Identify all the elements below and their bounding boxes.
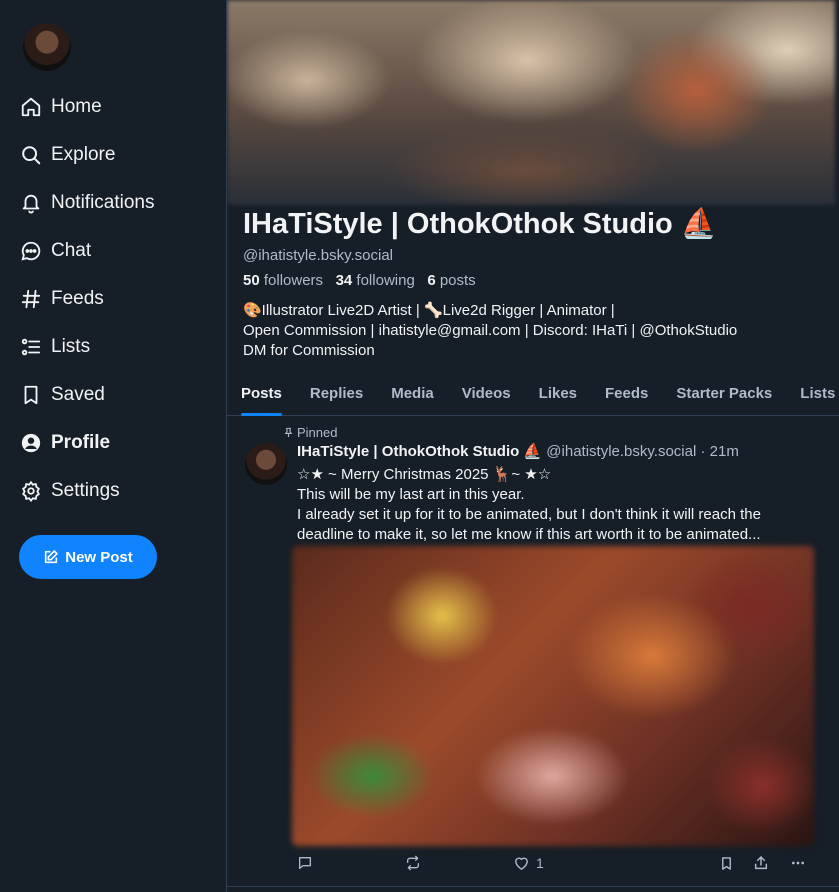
nav-feeds[interactable]: Feeds bbox=[19, 275, 219, 323]
post-text-line: This will be my last art in this year. bbox=[297, 486, 525, 503]
pin-icon bbox=[283, 427, 294, 438]
post-actions: 1 bbox=[295, 853, 815, 873]
reply-button[interactable] bbox=[297, 853, 313, 873]
bio-line: Open Commission | ihatistyle@gmail.com |… bbox=[243, 322, 738, 339]
post-author-handle[interactable]: @ihatistyle.bsky.social bbox=[546, 443, 696, 460]
more-options-button[interactable] bbox=[789, 853, 807, 873]
tab-feeds[interactable]: Feeds bbox=[591, 372, 662, 415]
profile-stats: 50 followers 34 following 6 posts bbox=[243, 272, 476, 289]
followers-label: followers bbox=[263, 272, 324, 289]
reply-icon bbox=[297, 855, 313, 871]
bookmark-icon bbox=[719, 856, 734, 871]
tab-videos[interactable]: Videos bbox=[448, 372, 525, 415]
profile-icon bbox=[19, 431, 43, 455]
nav-label: Feeds bbox=[51, 288, 104, 309]
post-separator: · bbox=[700, 443, 706, 460]
pinned-post[interactable]: Pinned IHaTiStyle | OthokOthok Studio ⛵ … bbox=[227, 417, 839, 887]
bell-icon bbox=[19, 191, 43, 215]
tab-replies[interactable]: Replies bbox=[296, 372, 377, 415]
profile-main: IHaTiStyle | OthokOthok Studio ⛵ @ihatis… bbox=[227, 0, 839, 892]
post-author-name[interactable]: IHaTiStyle | OthokOthok Studio ⛵ bbox=[297, 443, 542, 460]
tab-media[interactable]: Media bbox=[377, 372, 448, 415]
pinned-indicator: Pinned bbox=[283, 425, 337, 440]
posts-stat: 6 posts bbox=[427, 272, 475, 289]
sidebar: Home Explore Notifications Chat Feeds Li… bbox=[0, 0, 227, 892]
nav-label: Explore bbox=[51, 144, 116, 165]
nav-profile[interactable]: Profile bbox=[19, 419, 219, 467]
gear-icon bbox=[19, 479, 43, 503]
nav-label: Profile bbox=[51, 432, 111, 453]
like-button[interactable]: 1 bbox=[513, 853, 544, 873]
profile-banner[interactable] bbox=[227, 0, 835, 205]
repost-button[interactable] bbox=[405, 853, 421, 873]
following-count: 34 bbox=[335, 272, 353, 289]
nav-label: Home bbox=[51, 96, 102, 117]
tab-starter-packs[interactable]: Starter Packs bbox=[662, 372, 786, 415]
posts-count: 6 bbox=[427, 272, 436, 289]
nav-notifications[interactable]: Notifications bbox=[19, 179, 219, 227]
share-button[interactable] bbox=[753, 853, 769, 873]
home-icon bbox=[19, 95, 43, 119]
nav-label: Chat bbox=[51, 240, 92, 261]
tab-lists[interactable]: Lists bbox=[786, 372, 839, 415]
list-icon bbox=[19, 335, 43, 359]
post-text-line: I already set it up for it to be animate… bbox=[297, 506, 761, 523]
nav-label: Notifications bbox=[51, 192, 155, 213]
nav-label: Lists bbox=[51, 336, 91, 357]
tab-posts[interactable]: Posts bbox=[227, 372, 296, 416]
repost-icon bbox=[405, 855, 421, 871]
posts-label: posts bbox=[439, 272, 476, 289]
edit-icon bbox=[43, 549, 59, 565]
nav-chat[interactable]: Chat bbox=[19, 227, 219, 275]
main-nav: Home Explore Notifications Chat Feeds Li… bbox=[19, 83, 219, 515]
following-link[interactable]: 34 following bbox=[336, 272, 415, 289]
share-icon bbox=[753, 855, 769, 871]
following-label: following bbox=[356, 272, 415, 289]
profile-name: IHaTiStyle | OthokOthok Studio ⛵ bbox=[243, 208, 717, 240]
heart-icon bbox=[513, 855, 530, 872]
post-text: ☆★ ~ Merry Christmas 2025 🦌~ ★☆ This wil… bbox=[297, 465, 817, 545]
post-text-line: ☆★ ~ Merry Christmas 2025 🦌~ ★☆ bbox=[297, 466, 552, 483]
pinned-label: Pinned bbox=[297, 425, 338, 440]
nav-home[interactable]: Home bbox=[19, 83, 219, 131]
nav-label: Saved bbox=[51, 384, 105, 405]
profile-handle: @ihatistyle.bsky.social bbox=[243, 247, 393, 264]
followers-link[interactable]: 50 followers bbox=[243, 272, 323, 289]
post-image[interactable] bbox=[292, 546, 814, 846]
bookmark-icon bbox=[19, 383, 43, 407]
nav-saved[interactable]: Saved bbox=[19, 371, 219, 419]
nav-explore[interactable]: Explore bbox=[19, 131, 219, 179]
user-avatar[interactable] bbox=[23, 23, 71, 71]
followers-count: 50 bbox=[243, 272, 260, 289]
post-text-line: deadline to make it, so let me know if t… bbox=[297, 526, 761, 543]
profile-bio: 🎨Illustrator Live2D Artist | 🦴Live2d Rig… bbox=[243, 301, 823, 361]
nav-settings[interactable]: Settings bbox=[19, 467, 219, 515]
more-icon bbox=[789, 855, 807, 871]
new-post-label: New Post bbox=[65, 548, 133, 566]
post-time[interactable]: 21m bbox=[710, 443, 739, 460]
new-post-button[interactable]: New Post bbox=[19, 535, 157, 579]
nav-lists[interactable]: Lists bbox=[19, 323, 219, 371]
hash-icon bbox=[19, 287, 43, 311]
bio-line: 🎨Illustrator Live2D Artist | 🦴Live2d Rig… bbox=[243, 302, 615, 319]
bio-line: DM for Commission bbox=[243, 342, 375, 359]
tab-likes[interactable]: Likes bbox=[525, 372, 591, 415]
profile-tabs: Posts Replies Media Videos Likes Feeds S… bbox=[227, 372, 839, 416]
post-author-avatar[interactable] bbox=[245, 443, 287, 485]
bookmark-button[interactable] bbox=[719, 853, 734, 873]
post-header: IHaTiStyle | OthokOthok Studio ⛵ @ihatis… bbox=[297, 442, 739, 460]
nav-label: Settings bbox=[51, 480, 120, 501]
app-root: Home Explore Notifications Chat Feeds Li… bbox=[0, 0, 839, 892]
chat-icon bbox=[19, 239, 43, 263]
like-count: 1 bbox=[536, 855, 544, 871]
search-icon bbox=[19, 143, 43, 167]
